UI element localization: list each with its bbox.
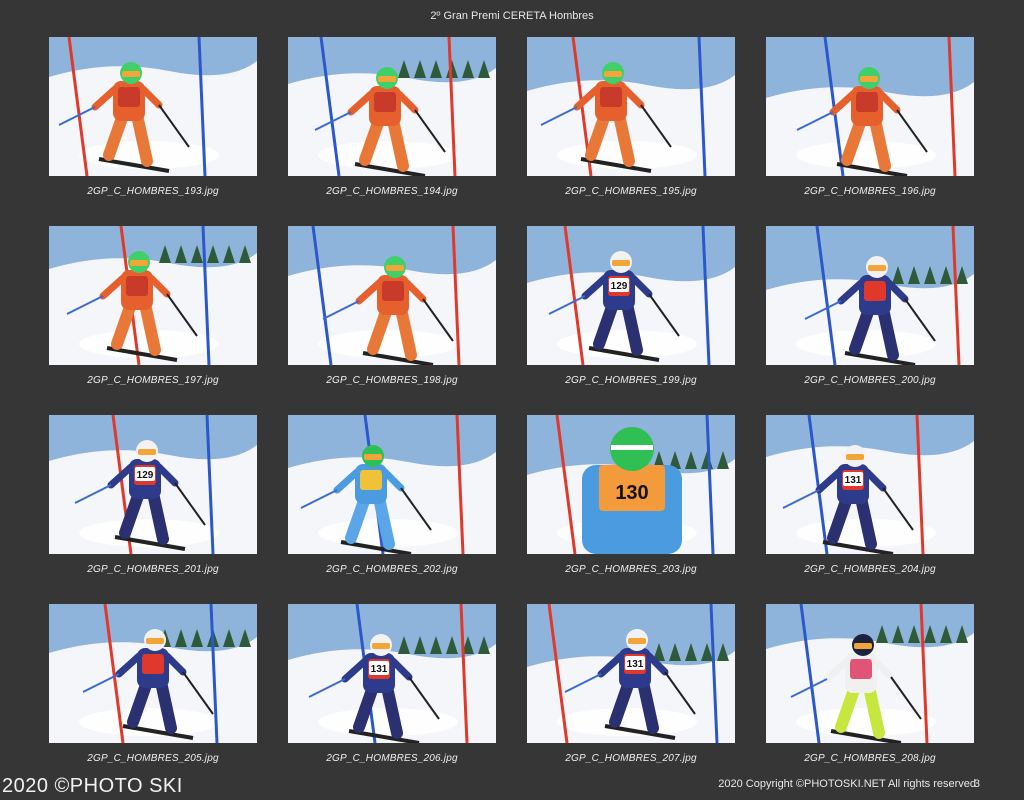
photo-thumbnail[interactable]: 131 — [766, 415, 974, 554]
photo-filename: 2GP_C_HOMBRES_208.jpg — [804, 753, 936, 764]
photo-cell[interactable]: 2GP_C_HOMBRES_193.jpg — [49, 37, 257, 226]
svg-text:130: 130 — [615, 482, 648, 504]
ski-racer-photo: 129 — [527, 226, 735, 365]
ski-racer-photo — [49, 226, 257, 365]
photo-thumbnail[interactable] — [766, 226, 974, 365]
photo-filename: 2GP_C_HOMBRES_198.jpg — [326, 375, 458, 386]
svg-text:131: 131 — [627, 659, 644, 670]
ski-racer-photo — [49, 604, 257, 743]
ski-racer-photo — [527, 37, 735, 176]
photo-cell[interactable]: 2GP_C_HOMBRES_205.jpg — [49, 604, 257, 793]
photo-filename: 2GP_C_HOMBRES_199.jpg — [565, 375, 697, 386]
photo-cell[interactable]: 131 2GP_C_HOMBRES_204.jpg — [766, 415, 974, 604]
photo-cell[interactable]: 2GP_C_HOMBRES_195.jpg — [527, 37, 735, 226]
photo-cell[interactable]: 2GP_C_HOMBRES_200.jpg — [766, 226, 974, 415]
photo-thumbnail[interactable] — [49, 37, 257, 176]
page-title: 2º Gran Premi CERETA Hombres — [430, 10, 594, 22]
photo-cell[interactable]: 131 2GP_C_HOMBRES_207.jpg — [527, 604, 735, 793]
photo-cell[interactable]: 2GP_C_HOMBRES_202.jpg — [288, 415, 496, 604]
photo-thumbnail[interactable]: 129 — [527, 226, 735, 365]
photo-thumbnail[interactable] — [288, 37, 496, 176]
photo-cell[interactable]: 2GP_C_HOMBRES_196.jpg — [766, 37, 974, 226]
photo-cell[interactable]: 2GP_C_HOMBRES_198.jpg — [288, 226, 496, 415]
photo-contact-sheet: 2GP_C_HOMBRES_193.jpg 2GP_C_HOMBRES_194.… — [49, 37, 974, 793]
ski-racer-photo — [288, 415, 496, 554]
svg-text:131: 131 — [845, 475, 862, 486]
ski-racer-photo: 130 — [527, 415, 735, 554]
photo-filename: 2GP_C_HOMBRES_206.jpg — [326, 753, 458, 764]
svg-text:131: 131 — [371, 664, 388, 675]
photo-filename: 2GP_C_HOMBRES_205.jpg — [87, 753, 219, 764]
photo-filename: 2GP_C_HOMBRES_204.jpg — [804, 564, 936, 575]
photo-cell[interactable]: 129 2GP_C_HOMBRES_201.jpg — [49, 415, 257, 604]
photo-filename: 2GP_C_HOMBRES_194.jpg — [326, 186, 458, 197]
photo-cell[interactable]: 129 2GP_C_HOMBRES_199.jpg — [527, 226, 735, 415]
photo-filename: 2GP_C_HOMBRES_200.jpg — [804, 375, 936, 386]
photo-thumbnail[interactable]: 130 — [527, 415, 735, 554]
svg-text:129: 129 — [611, 281, 628, 292]
ski-racer-photo — [766, 604, 974, 743]
photo-thumbnail[interactable] — [288, 415, 496, 554]
photo-filename: 2GP_C_HOMBRES_196.jpg — [804, 186, 936, 197]
ski-racer-photo: 129 — [49, 415, 257, 554]
photo-thumbnail[interactable] — [49, 226, 257, 365]
ski-racer-photo — [49, 37, 257, 176]
photo-filename: 2GP_C_HOMBRES_193.jpg — [87, 186, 219, 197]
photo-filename: 2GP_C_HOMBRES_203.jpg — [565, 564, 697, 575]
photo-filename: 2GP_C_HOMBRES_195.jpg — [565, 186, 697, 197]
photo-filename: 2GP_C_HOMBRES_207.jpg — [565, 753, 697, 764]
ski-racer-photo — [766, 226, 974, 365]
photo-thumbnail[interactable] — [766, 604, 974, 743]
ski-racer-photo — [288, 37, 496, 176]
photo-filename: 2GP_C_HOMBRES_201.jpg — [87, 564, 219, 575]
photo-thumbnail[interactable]: 131 — [527, 604, 735, 743]
ski-racer-photo — [288, 226, 496, 365]
copyright-notice: 2020 Copyright ©PHOTOSKI.NET All rights … — [718, 778, 976, 790]
photo-filename: 2GP_C_HOMBRES_202.jpg — [326, 564, 458, 575]
photo-cell[interactable]: 131 2GP_C_HOMBRES_206.jpg — [288, 604, 496, 793]
photo-thumbnail[interactable] — [288, 226, 496, 365]
svg-text:129: 129 — [137, 470, 154, 481]
photo-cell[interactable]: 130 2GP_C_HOMBRES_203.jpg — [527, 415, 735, 604]
ski-racer-photo: 131 — [527, 604, 735, 743]
copyright-text: 2020 Copyright ©PHOTOSKI.NET All rights … — [718, 778, 976, 790]
photo-thumbnail[interactable]: 129 — [49, 415, 257, 554]
photo-cell[interactable]: 2GP_C_HOMBRES_194.jpg — [288, 37, 496, 226]
photo-thumbnail[interactable] — [527, 37, 735, 176]
ski-racer-photo: 131 — [288, 604, 496, 743]
photo-cell[interactable]: 2GP_C_HOMBRES_208.jpg — [766, 604, 974, 793]
ski-racer-photo: 131 — [766, 415, 974, 554]
ski-racer-photo — [766, 37, 974, 176]
photo-thumbnail[interactable] — [49, 604, 257, 743]
photo-thumbnail[interactable] — [766, 37, 974, 176]
photo-cell[interactable]: 2GP_C_HOMBRES_197.jpg — [49, 226, 257, 415]
watermark-logo-text: 2020 ©PHOTO SKI — [2, 775, 183, 797]
photo-thumbnail[interactable]: 131 — [288, 604, 496, 743]
photo-filename: 2GP_C_HOMBRES_197.jpg — [87, 375, 219, 386]
page-number: 3 — [973, 778, 980, 790]
